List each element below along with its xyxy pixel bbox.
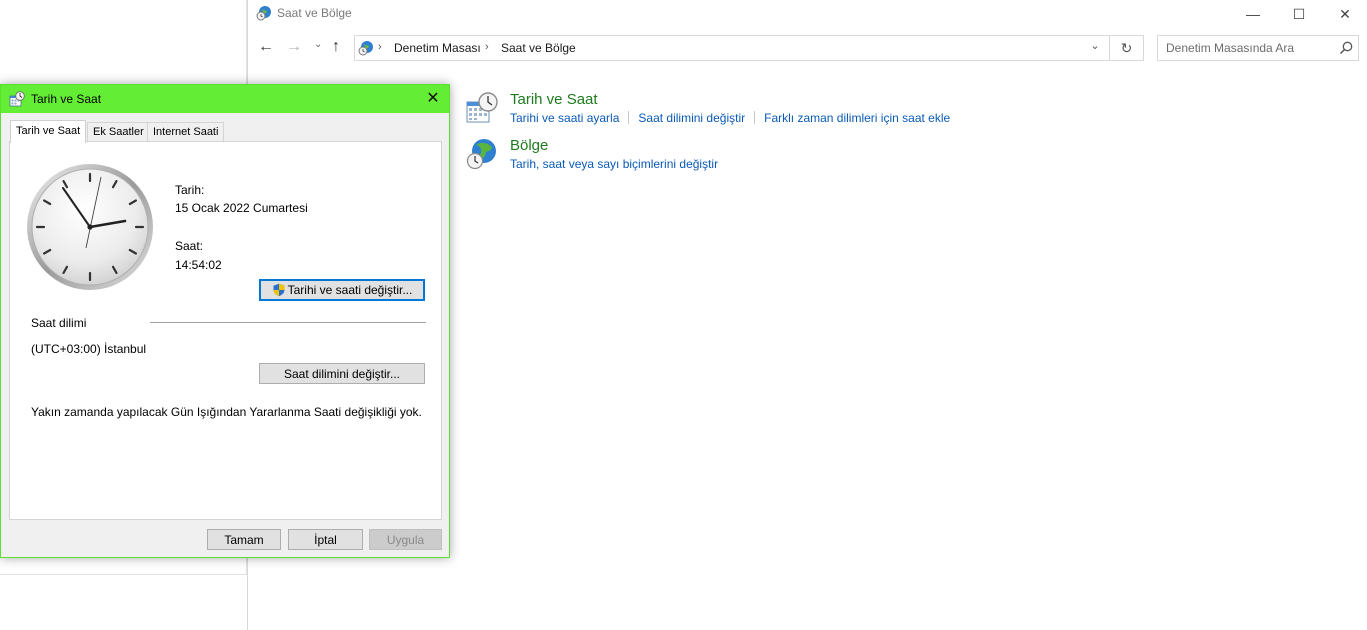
- timezone-value: (UTC+03:00) İstanbul: [31, 342, 147, 356]
- forward-arrow-icon[interactable]: →: [286, 38, 304, 58]
- link-set-date-time[interactable]: Tarihi ve saati ayarla: [510, 111, 619, 125]
- search-input[interactable]: [1158, 36, 1350, 60]
- refresh-icon[interactable]: ↻: [1110, 35, 1144, 61]
- maximize-button[interactable]: ☐: [1276, 0, 1322, 28]
- category-title-datetime[interactable]: Tarih ve Saat: [510, 91, 598, 108]
- breadcrumb-control-panel[interactable]: Denetim Masası: [394, 41, 481, 55]
- time-value: 14:54:02: [175, 258, 222, 272]
- link-change-timezone[interactable]: Saat dilimini değiştir: [638, 111, 745, 125]
- date-value: 15 Ocak 2022 Cumartesi: [175, 201, 308, 215]
- dst-note: Yakın zamanda yapılacak Gün Işığından Ya…: [31, 405, 422, 419]
- change-date-time-button[interactable]: Tarihi ve saati değiştir...: [259, 279, 425, 301]
- link-divider: [628, 111, 630, 124]
- category-title-region[interactable]: Bölge: [510, 137, 548, 154]
- address-bar[interactable]: › Denetim Masası › Saat ve Bölge ⌄: [354, 35, 1110, 61]
- search-box[interactable]: [1157, 35, 1359, 61]
- clock-region-icon: [358, 41, 373, 56]
- link-change-formats[interactable]: Tarih, saat veya sayı biçimlerini değişt…: [510, 157, 718, 171]
- tab-date-time[interactable]: Tarih ve Saat: [10, 120, 87, 143]
- tab-internet-time[interactable]: Internet Saati: [147, 122, 225, 142]
- link-add-clocks[interactable]: Farklı zaman dilimleri için saat ekle: [764, 111, 950, 125]
- region-globe-icon[interactable]: [466, 138, 498, 170]
- recent-locations-chevron-icon[interactable]: ⌄: [314, 39, 326, 57]
- tab-additional-clocks[interactable]: Ek Saatler: [87, 122, 150, 142]
- datetime-icon: [9, 91, 25, 107]
- change-timezone-button[interactable]: Saat dilimini değiştir...: [259, 363, 425, 384]
- ok-button[interactable]: Tamam: [207, 529, 281, 550]
- title-bar: Saat ve Bölge — ☐ ✕: [248, 0, 1367, 28]
- link-divider: [754, 111, 756, 124]
- change-date-time-label: Tarihi ve saati değiştir...: [287, 283, 413, 297]
- apply-button[interactable]: Uygula: [369, 529, 442, 550]
- dialog-title-bar[interactable]: Tarih ve Saat ✕: [1, 85, 449, 113]
- back-arrow-icon[interactable]: ←: [258, 38, 276, 58]
- window-title: Saat ve Bölge: [277, 6, 352, 20]
- dialog-close-icon[interactable]: ✕: [421, 87, 445, 111]
- cancel-button[interactable]: İptal: [288, 529, 363, 550]
- timezone-section-label: Saat dilimi: [31, 316, 87, 330]
- uac-shield-icon: [273, 283, 285, 297]
- close-button[interactable]: ✕: [1322, 0, 1367, 28]
- clock-region-icon: [256, 6, 271, 21]
- breadcrumb-clock-region[interactable]: Saat ve Bölge: [501, 41, 576, 55]
- analog-clock-icon: [27, 164, 153, 290]
- chevron-down-icon[interactable]: ⌄: [1085, 39, 1105, 57]
- time-label: Saat:: [175, 239, 204, 253]
- section-divider: [150, 322, 426, 323]
- dialog-title: Tarih ve Saat: [31, 92, 102, 106]
- category-links-datetime: Tarihi ve saati ayarla Saat dilimini deği…: [510, 111, 950, 125]
- tab-panel: Tarih: 15 Ocak 2022 Cumartesi Saat: 14:5…: [9, 141, 442, 520]
- minimize-button[interactable]: —: [1230, 0, 1276, 28]
- up-arrow-icon[interactable]: ↑: [332, 38, 350, 58]
- search-icon[interactable]: [1338, 40, 1354, 56]
- breadcrumb-separator-icon[interactable]: ›: [378, 41, 382, 53]
- date-label: Tarih:: [175, 183, 205, 197]
- date-time-dialog: Tarih ve Saat ✕ Tarih ve Saat Ek Saatler…: [0, 84, 450, 558]
- datetime-icon[interactable]: [466, 92, 498, 124]
- breadcrumb-separator-icon[interactable]: ›: [485, 41, 489, 53]
